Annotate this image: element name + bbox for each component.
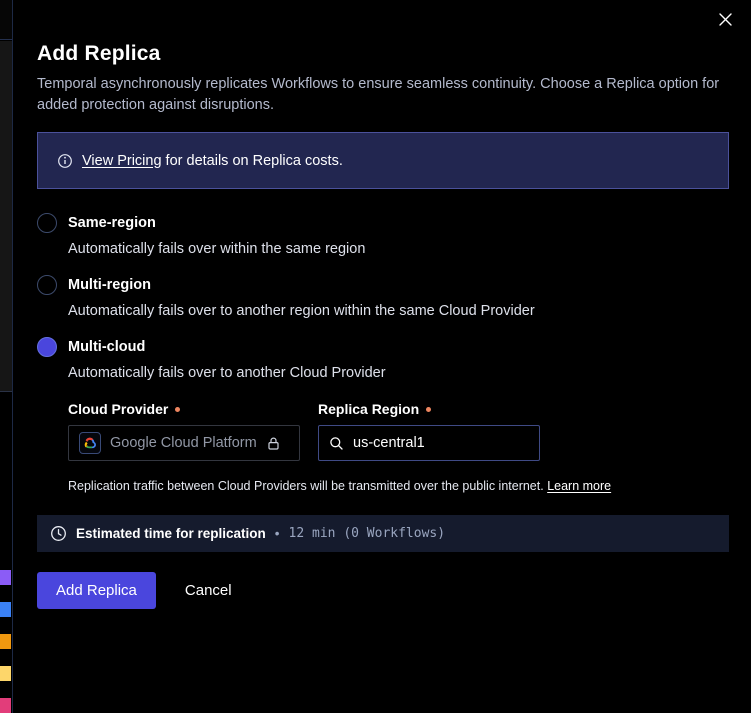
search-icon — [329, 436, 344, 451]
cancel-button[interactable]: Cancel — [185, 582, 232, 599]
option-description: Automatically fails over to another regi… — [68, 301, 729, 321]
screen: Add Replica Temporal asynchronously repl… — [0, 0, 751, 713]
field-label-text: Cloud Provider — [68, 401, 168, 417]
add-replica-modal: Add Replica Temporal asynchronously repl… — [12, 0, 751, 713]
clock-icon — [50, 525, 67, 542]
radio-multi-cloud[interactable]: Multi-cloud — [37, 337, 729, 357]
close-button[interactable] — [716, 10, 734, 28]
replica-region-label: Replica Region — [318, 401, 540, 417]
field-label-text: Replica Region — [318, 401, 419, 417]
replica-region-searchbox[interactable] — [318, 425, 540, 461]
option-multi-region: Multi-region Automatically fails over to… — [37, 275, 729, 321]
radio-multi-region[interactable]: Multi-region — [37, 275, 729, 295]
cloud-provider-field-group: Cloud Provider — [68, 401, 300, 461]
info-icon — [57, 153, 73, 169]
cloud-provider-label: Cloud Provider — [68, 401, 300, 417]
modal-description: Temporal asynchronously replicates Workf… — [37, 74, 729, 116]
background-color-chip — [0, 570, 11, 585]
close-icon — [718, 12, 733, 27]
background-color-chip — [0, 634, 11, 649]
replica-region-field-group: Replica Region — [318, 401, 540, 461]
multi-cloud-form: Cloud Provider — [68, 401, 729, 461]
option-label: Same-region — [68, 215, 156, 231]
replica-region-input[interactable] — [353, 435, 529, 451]
cloud-provider-select[interactable]: Google Cloud Platform — [68, 425, 300, 461]
estimate-separator: • — [275, 526, 280, 541]
view-pricing-link[interactable]: View Pricing — [82, 153, 162, 169]
background-color-chip — [0, 698, 11, 713]
option-description: Automatically fails over to another Clou… — [68, 363, 729, 383]
public-internet-note: Replication traffic between Cloud Provid… — [68, 479, 729, 493]
lock-icon — [266, 436, 281, 451]
radio-same-region[interactable]: Same-region — [37, 213, 729, 233]
background-color-chips — [0, 570, 11, 713]
add-replica-button[interactable]: Add Replica — [37, 572, 156, 609]
option-label: Multi-cloud — [68, 339, 145, 355]
background-color-chip — [0, 666, 11, 681]
modal-actions: Add Replica Cancel — [37, 572, 729, 609]
cloud-provider-value: Google Cloud Platform — [110, 435, 257, 451]
replica-option-group: Same-region Automatically fails over wit… — [37, 213, 729, 493]
background-color-chip — [0, 602, 11, 617]
pricing-banner-suffix: for details on Replica costs. — [162, 153, 343, 169]
estimate-label: Estimated time for replication — [76, 526, 266, 541]
modal-title: Add Replica — [37, 42, 729, 66]
required-dot — [426, 407, 431, 412]
pricing-info-banner: View Pricing for details on Replica cost… — [37, 132, 729, 189]
learn-more-link[interactable]: Learn more — [547, 479, 611, 493]
pricing-banner-text: View Pricing for details on Replica cost… — [82, 153, 343, 169]
option-label: Multi-region — [68, 277, 151, 293]
radio-circle-selected[interactable] — [37, 337, 57, 357]
required-dot — [175, 407, 180, 412]
google-cloud-icon — [79, 432, 101, 454]
radio-circle-unselected[interactable] — [37, 213, 57, 233]
estimate-value: 12 min (0 Workflows) — [289, 526, 446, 541]
option-multi-cloud: Multi-cloud Automatically fails over to … — [37, 337, 729, 493]
note-text: Replication traffic between Cloud Provid… — [68, 479, 547, 493]
estimated-time-banner: Estimated time for replication • 12 min … — [37, 515, 729, 552]
radio-circle-unselected[interactable] — [37, 275, 57, 295]
option-description: Automatically fails over within the same… — [68, 239, 729, 259]
option-same-region: Same-region Automatically fails over wit… — [37, 213, 729, 259]
